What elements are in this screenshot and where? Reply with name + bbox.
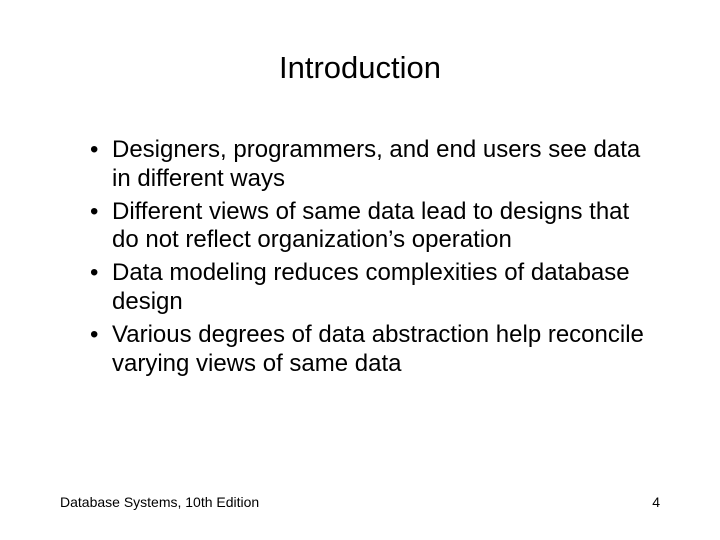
bullet-item: Different views of same data lead to des…	[90, 198, 660, 256]
slide-container: Introduction Designers, programmers, and…	[0, 0, 720, 540]
bullet-item: Designers, programmers, and end users se…	[90, 136, 660, 194]
footer-text: Database Systems, 10th Edition	[60, 494, 259, 510]
page-number: 4	[652, 494, 660, 510]
slide-title: Introduction	[60, 50, 660, 86]
bullet-list: Designers, programmers, and end users se…	[60, 136, 660, 378]
bullet-item: Data modeling reduces complexities of da…	[90, 259, 660, 317]
bullet-item: Various degrees of data abstraction help…	[90, 321, 660, 379]
